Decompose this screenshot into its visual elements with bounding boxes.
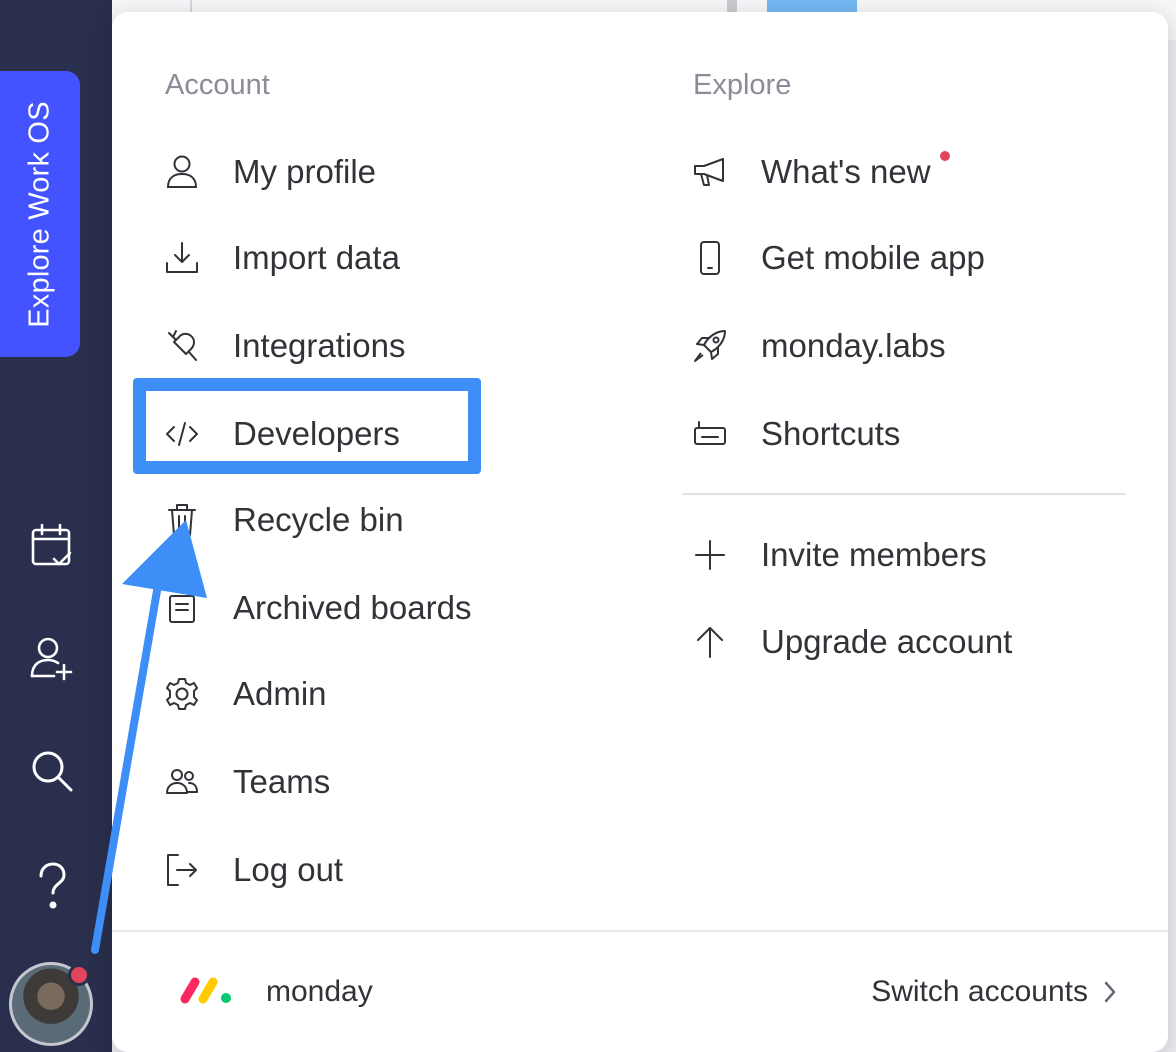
menu-item-recycle-bin[interactable]: Recycle bin: [162, 490, 404, 550]
plus-icon: [690, 535, 730, 575]
account-name: monday: [266, 975, 373, 1008]
left-sidebar: Explore Work OS: [0, 0, 112, 1052]
menu-item-upgrade-account[interactable]: Upgrade account: [690, 612, 1012, 672]
keyboard-icon: [690, 414, 730, 454]
menu-item-my-profile[interactable]: My profile: [162, 142, 376, 202]
menu-item-admin[interactable]: Admin: [162, 664, 327, 724]
menu-item-label: Admin: [233, 675, 327, 712]
footer-divider: [112, 930, 1168, 932]
explore-work-os-tab[interactable]: Explore Work OS: [0, 71, 80, 357]
menu-item-label: What's new: [761, 153, 931, 190]
logout-icon: [162, 850, 202, 890]
chevron-right-icon: [1104, 981, 1116, 1003]
menu-item-label: Teams: [233, 763, 331, 800]
menu-item-label: Get mobile app: [761, 239, 985, 276]
plug-icon: [162, 326, 202, 366]
download-icon: [162, 238, 202, 278]
search-icon[interactable]: [26, 745, 78, 797]
archive-icon: [162, 588, 202, 628]
teams-icon: [162, 762, 202, 802]
menu-item-get-mobile-app[interactable]: Get mobile app: [690, 228, 985, 288]
add-user-icon[interactable]: [26, 632, 78, 684]
user-icon: [162, 152, 202, 192]
mobile-icon: [690, 238, 730, 278]
notification-dot: [68, 964, 90, 986]
menu-item-label: Upgrade account: [761, 623, 1013, 660]
explore-section-title: Explore: [693, 69, 792, 101]
explore-divider: [682, 493, 1126, 495]
explore-tab-label: Explore Work OS: [23, 100, 56, 328]
account-section-title: Account: [165, 69, 270, 101]
help-icon[interactable]: [26, 860, 78, 912]
account-menu-popover: Account Explore My profile Import data I…: [112, 12, 1168, 1052]
calendar-check-icon[interactable]: [26, 520, 78, 572]
menu-item-archived-boards[interactable]: Archived boards: [162, 578, 471, 638]
switch-accounts-label: Switch accounts: [871, 975, 1088, 1008]
menu-item-label: Log out: [233, 851, 344, 888]
current-account: monday: [178, 962, 373, 1022]
menu-item-label: My profile: [233, 153, 377, 190]
menu-item-label: Invite members: [761, 536, 987, 573]
menu-item-integrations[interactable]: Integrations: [162, 316, 405, 376]
menu-item-teams[interactable]: Teams: [162, 752, 330, 812]
trash-icon: [162, 500, 202, 540]
menu-item-label: monday.labs: [761, 327, 946, 364]
new-badge-dot: [939, 151, 950, 161]
switch-accounts-button[interactable]: Switch accounts: [871, 962, 1118, 1022]
gear-icon: [162, 674, 202, 714]
menu-item-label: Import data: [233, 239, 400, 276]
arrow-up-icon: [690, 622, 730, 662]
menu-item-whats-new[interactable]: What's new: [690, 142, 950, 202]
menu-item-label: Archived boards: [233, 589, 472, 626]
menu-item-label: Integrations: [233, 327, 406, 364]
menu-item-invite-members[interactable]: Invite members: [690, 525, 987, 585]
menu-item-log-out[interactable]: Log out: [162, 840, 343, 900]
menu-item-label: Recycle bin: [233, 501, 404, 538]
menu-item-import-data[interactable]: Import data: [162, 228, 400, 288]
menu-item-shortcuts[interactable]: Shortcuts: [690, 404, 900, 464]
menu-item-label: Shortcuts: [761, 415, 901, 452]
rocket-icon: [690, 326, 730, 366]
megaphone-icon: [690, 152, 730, 192]
developers-highlight-box: [133, 378, 481, 474]
menu-item-monday-labs[interactable]: monday.labs: [690, 316, 946, 376]
monday-logo-icon: [178, 975, 234, 1010]
